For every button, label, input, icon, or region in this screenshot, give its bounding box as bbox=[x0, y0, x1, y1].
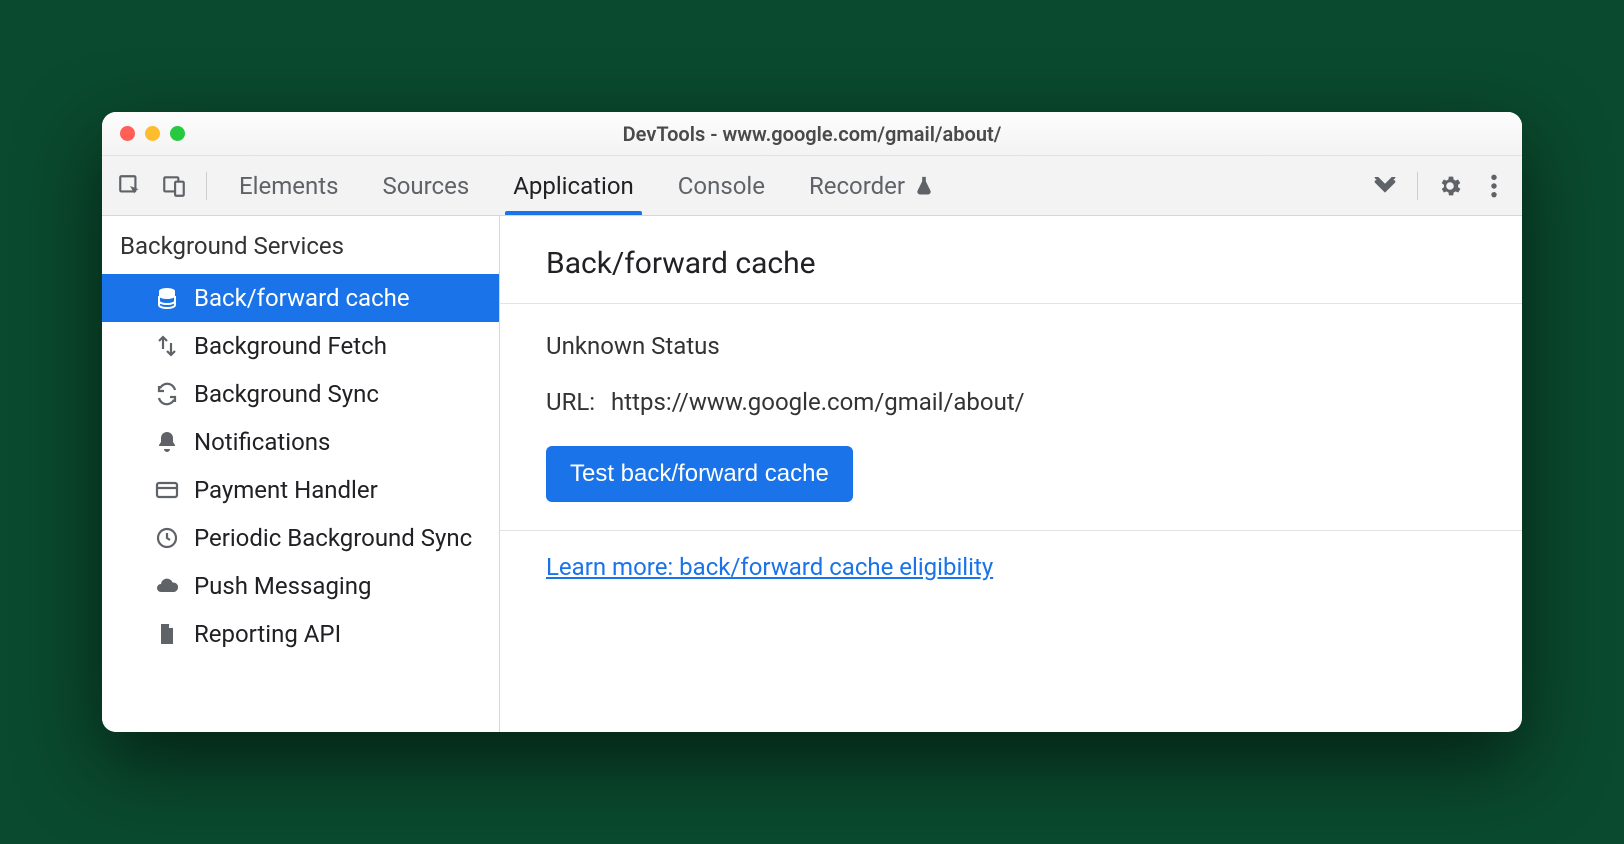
card-icon bbox=[154, 477, 180, 503]
tab-label: Recorder bbox=[809, 172, 905, 200]
tab-elements[interactable]: Elements bbox=[221, 156, 356, 215]
tab-sources[interactable]: Sources bbox=[364, 156, 487, 215]
sidebar-item-label: Back/forward cache bbox=[194, 284, 410, 312]
learn-more-block: Learn more: back/forward cache eligibili… bbox=[500, 531, 1522, 603]
sidebar-item-notifications[interactable]: Notifications bbox=[102, 418, 499, 466]
cloud-icon bbox=[154, 573, 180, 599]
toolbar-separator bbox=[1417, 172, 1418, 200]
clock-icon bbox=[154, 525, 180, 551]
learn-more-link[interactable]: Learn more: back/forward cache eligibili… bbox=[546, 553, 993, 581]
maximize-window-icon[interactable] bbox=[170, 126, 185, 141]
sidebar-item-label: Push Messaging bbox=[194, 572, 371, 600]
close-window-icon[interactable] bbox=[120, 126, 135, 141]
window-controls bbox=[120, 126, 185, 141]
devtools-window: DevTools - www.google.com/gmail/about/ E… bbox=[102, 112, 1522, 732]
tab-label: Sources bbox=[382, 172, 469, 200]
window-title: DevTools - www.google.com/gmail/about/ bbox=[102, 122, 1522, 146]
device-toggle-icon[interactable] bbox=[156, 168, 192, 204]
tab-recorder[interactable]: Recorder bbox=[791, 156, 953, 215]
sidebar-item-reporting-api[interactable]: Reporting API bbox=[102, 610, 499, 658]
sidebar-item-bfcache[interactable]: Back/forward cache bbox=[102, 274, 499, 322]
settings-icon[interactable] bbox=[1432, 168, 1468, 204]
tab-label: Application bbox=[513, 172, 634, 200]
status-text: Unknown Status bbox=[546, 332, 1476, 360]
main-panel: Back/forward cache Unknown Status URL: h… bbox=[500, 216, 1522, 732]
sidebar-section-header: Background Services bbox=[102, 216, 499, 274]
sidebar-item-background-fetch[interactable]: Background Fetch bbox=[102, 322, 499, 370]
url-value: https://www.google.com/gmail/about/ bbox=[611, 388, 1025, 416]
tab-application[interactable]: Application bbox=[495, 156, 652, 215]
database-icon bbox=[154, 285, 180, 311]
sidebar-item-label: Background Sync bbox=[194, 380, 379, 408]
sidebar-item-label: Periodic Background Sync bbox=[194, 524, 472, 552]
toolbar-separator bbox=[206, 172, 207, 200]
sidebar-item-push-messaging[interactable]: Push Messaging bbox=[102, 562, 499, 610]
test-bfcache-button[interactable]: Test back/forward cache bbox=[546, 446, 853, 502]
sync-icon bbox=[154, 381, 180, 407]
sidebar-item-periodic-sync[interactable]: Periodic Background Sync bbox=[102, 514, 499, 562]
sidebar-item-label: Payment Handler bbox=[194, 476, 378, 504]
status-block: Unknown Status URL: https://www.google.c… bbox=[500, 304, 1522, 531]
sidebar-item-payment-handler[interactable]: Payment Handler bbox=[102, 466, 499, 514]
panel-body: Background Services Back/forward cache B… bbox=[102, 216, 1522, 732]
kebab-menu-icon[interactable] bbox=[1476, 168, 1512, 204]
more-tabs-icon[interactable] bbox=[1367, 168, 1403, 204]
sidebar-item-label: Reporting API bbox=[194, 620, 341, 648]
flask-icon bbox=[913, 175, 935, 197]
sidebar-item-background-sync[interactable]: Background Sync bbox=[102, 370, 499, 418]
sidebar-item-label: Notifications bbox=[194, 428, 330, 456]
file-icon bbox=[154, 621, 180, 647]
tab-console[interactable]: Console bbox=[660, 156, 783, 215]
tabbar: Elements Sources Application Console Rec… bbox=[102, 156, 1522, 216]
tab-label: Console bbox=[678, 172, 765, 200]
page-heading: Back/forward cache bbox=[500, 216, 1522, 304]
minimize-window-icon[interactable] bbox=[145, 126, 160, 141]
bell-icon bbox=[154, 429, 180, 455]
tab-label: Elements bbox=[239, 172, 338, 200]
url-label: URL: bbox=[546, 388, 595, 416]
fetch-icon bbox=[154, 333, 180, 359]
url-line: URL: https://www.google.com/gmail/about/ bbox=[546, 388, 1476, 416]
window-titlebar: DevTools - www.google.com/gmail/about/ bbox=[102, 112, 1522, 156]
sidebar-item-label: Background Fetch bbox=[194, 332, 387, 360]
sidebar: Background Services Back/forward cache B… bbox=[102, 216, 500, 732]
inspect-element-icon[interactable] bbox=[112, 168, 148, 204]
